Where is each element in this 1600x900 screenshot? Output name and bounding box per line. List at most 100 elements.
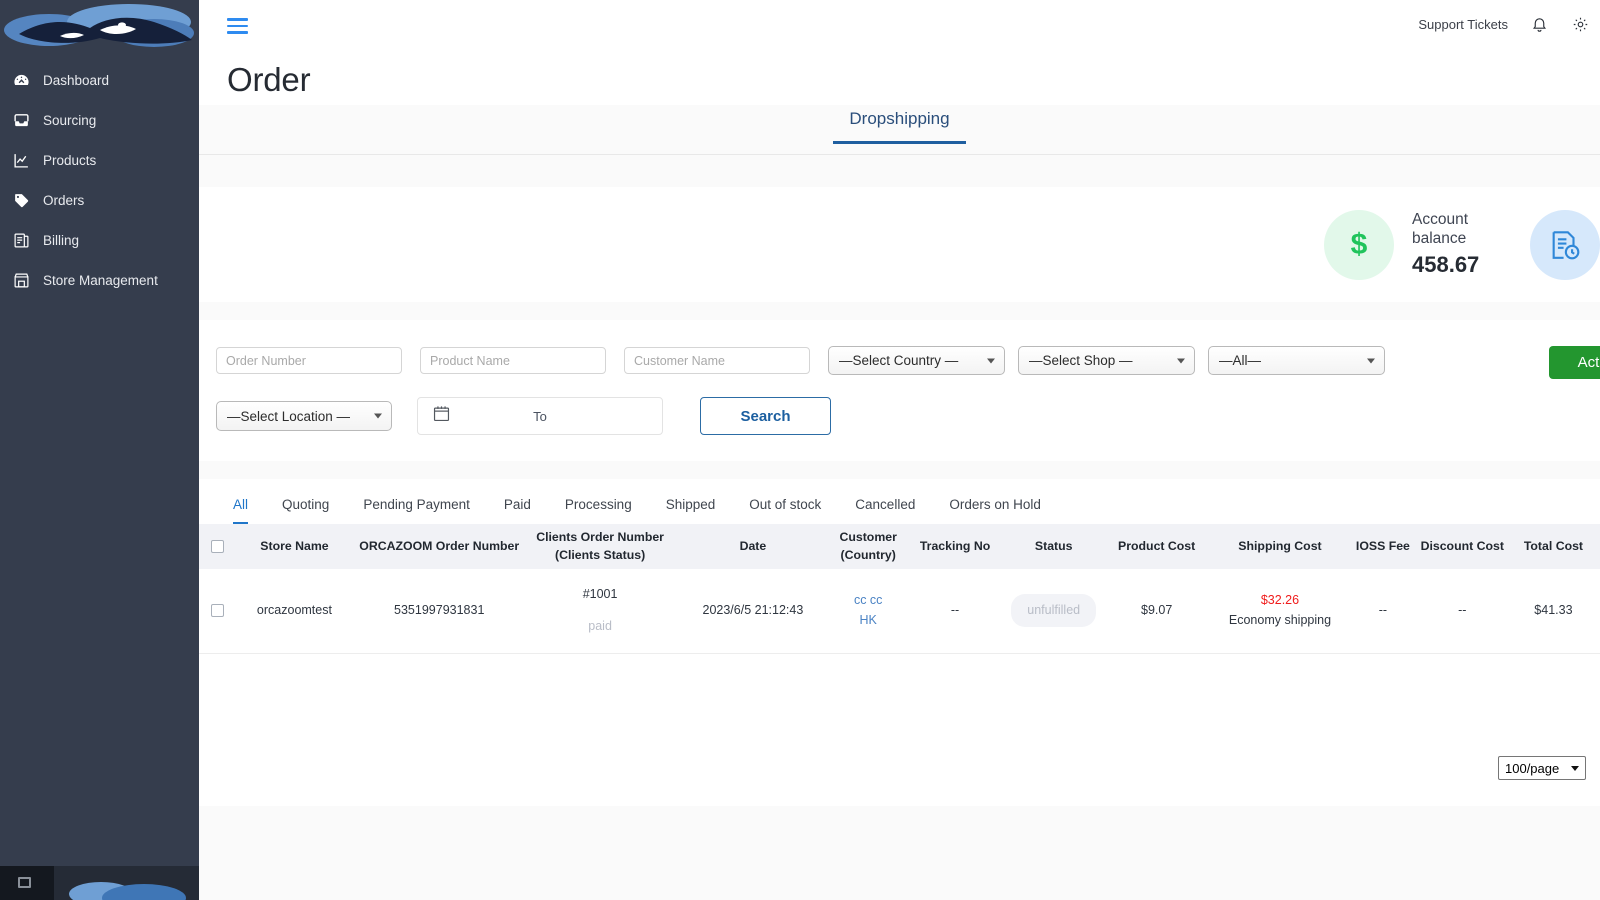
status-tab-pending-payment[interactable]: Pending Payment: [346, 497, 487, 524]
header-orcazoom-order-number: ORCAZOOM Order Number: [359, 538, 520, 553]
support-tickets-link[interactable]: Support Tickets: [1418, 17, 1508, 32]
page-tabs: Dropshipping: [199, 105, 1600, 155]
chevron-down-icon: [1367, 358, 1375, 363]
chevron-down-icon: [1177, 358, 1185, 363]
customer-country: HK: [859, 612, 877, 627]
all-select-value: —All—: [1219, 353, 1262, 368]
status-tab-out-of-stock[interactable]: Out of stock: [732, 497, 838, 524]
shipping-method: Economy shipping: [1228, 612, 1332, 627]
status-tab-all[interactable]: All: [216, 497, 265, 524]
orca-logo: [4, 4, 194, 47]
select-all-header: [199, 524, 235, 569]
date-range-field[interactable]: To: [417, 397, 663, 435]
cell-orcazoom-order-number[interactable]: 5351997931831: [353, 569, 525, 653]
clients-order-number-value: #1001: [582, 587, 618, 602]
filters-card: —Select Country — —Select Shop — —All— —…: [199, 320, 1600, 461]
date-range-placeholder: To: [533, 408, 547, 424]
status-tab-paid[interactable]: Paid: [487, 497, 548, 524]
header-tracking-no: Tracking No: [919, 538, 991, 553]
header-line1: Customer: [839, 530, 897, 545]
filter-row-2: —Select Location — To Search: [199, 397, 1600, 435]
account-balance-card: $ Account balance 458.67: [199, 187, 1600, 302]
window-icon: [18, 877, 31, 888]
balance-value: 458.67: [1412, 252, 1480, 278]
header-discount-cost: Discount Cost: [1420, 538, 1504, 553]
order-number-input[interactable]: [216, 347, 402, 374]
shop-select-value: —Select Shop —: [1029, 353, 1133, 368]
status-tab-cancelled[interactable]: Cancelled: [838, 497, 932, 524]
sidebar-item-label: Sourcing: [43, 112, 97, 128]
status-tab-quoting[interactable]: Quoting: [265, 497, 346, 524]
store-icon: [13, 272, 30, 289]
header-date: Date: [739, 538, 767, 553]
header-customer-country: Customer (Country): [831, 524, 906, 569]
sidebar-item-dashboard[interactable]: Dashboard: [0, 60, 199, 100]
header-status: Status: [1034, 538, 1073, 553]
clients-status-badge: paid: [588, 618, 612, 633]
invoice-icon: [13, 232, 30, 249]
sidebar-item-label: Dashboard: [43, 72, 110, 88]
status-tab-shipped[interactable]: Shipped: [649, 497, 733, 524]
taskbar-start-area[interactable]: [0, 866, 54, 900]
chevron-down-icon: [1571, 765, 1579, 771]
sidebar-item-sourcing[interactable]: Sourcing: [0, 100, 199, 140]
row-checkbox[interactable]: [210, 604, 224, 618]
taskbar-orca-icon[interactable]: [56, 872, 196, 900]
cell-store-name[interactable]: orcazoomtest: [235, 569, 353, 653]
search-button[interactable]: Search: [700, 397, 831, 435]
calendar-icon: [432, 404, 451, 428]
sidebar-item-products[interactable]: Products: [0, 140, 199, 180]
table-row[interactable]: orcazoomtest 5351997931831 #1001 paid 20…: [199, 569, 1600, 653]
table-header-row: Store Name ORCAZOOM Order Number Clients…: [199, 524, 1600, 569]
page-header: Order: [199, 49, 1600, 105]
orders-table: Store Name ORCAZOOM Order Number Clients…: [199, 524, 1600, 654]
gear-icon[interactable]: [1570, 15, 1590, 35]
sidebar-item-label: Store Management: [43, 272, 158, 288]
sidebar-item-label: Products: [43, 152, 97, 168]
location-select-value: —Select Location —: [227, 408, 351, 424]
sidebar-item-orders[interactable]: Orders: [0, 180, 199, 220]
filter-row-1: —Select Country — —Select Shop — —All—: [199, 346, 1600, 375]
sidebar: Dashboard Sourcing Products Orders Billi…: [0, 0, 199, 866]
header-shipping-cost: Shipping Cost: [1238, 538, 1322, 553]
tab-dropshipping[interactable]: Dropshipping: [833, 105, 966, 144]
shop-select[interactable]: —Select Shop —: [1018, 346, 1195, 375]
dashboard-icon: [13, 72, 30, 89]
status-tab-orders-on-hold[interactable]: Orders on Hold: [932, 497, 1058, 524]
status-tab-processing[interactable]: Processing: [548, 497, 649, 524]
balance-label-line2: balance: [1412, 230, 1467, 248]
hamburger-icon[interactable]: [227, 18, 248, 34]
all-select[interactable]: —All—: [1208, 346, 1385, 375]
inbox-icon: [13, 112, 30, 129]
product-name-input[interactable]: [420, 347, 606, 374]
bell-icon[interactable]: [1529, 15, 1549, 35]
balance-group: $ Account balance 458.67: [1324, 209, 1600, 280]
balance-text: Account balance 458.67: [1412, 210, 1484, 280]
header-product-cost: Product Cost: [1118, 538, 1196, 553]
order-history-icon[interactable]: [1530, 209, 1600, 280]
header-clients-order-number: Clients Order Number (Clients Status): [525, 524, 675, 569]
action-button[interactable]: Action: [1549, 346, 1600, 379]
page-size-value: 100/page: [1505, 760, 1560, 776]
page-size-select[interactable]: 100/page: [1498, 756, 1586, 780]
header-ioss-fee: IOSS Fee: [1355, 538, 1410, 553]
chevron-down-icon: [374, 413, 382, 419]
top-bar-right: Support Tickets: [1418, 0, 1600, 49]
orders-table-card: All Quoting Pending Payment Paid Process…: [199, 479, 1600, 806]
bottom-spacer: [199, 834, 1600, 900]
sidebar-logo[interactable]: [0, 0, 199, 56]
customer-name[interactable]: cc cc: [833, 591, 904, 610]
select-all-checkbox[interactable]: [210, 540, 224, 554]
customer-name-input[interactable]: [624, 347, 810, 374]
header-line2: (Clients Status): [554, 547, 646, 562]
status-tabs: All Quoting Pending Payment Paid Process…: [199, 483, 1600, 524]
cell-customer-country: cc cc HK: [831, 569, 906, 653]
page-title: Order: [227, 61, 311, 98]
pagination: 100/page: [1498, 756, 1586, 780]
cell-product-cost: $9.07: [1141, 603, 1173, 618]
country-select[interactable]: —Select Country —: [828, 346, 1005, 375]
sidebar-item-billing[interactable]: Billing: [0, 220, 199, 260]
cell-status: unfulfilled: [1004, 569, 1103, 653]
location-select[interactable]: —Select Location —: [216, 401, 392, 431]
sidebar-item-store-management[interactable]: Store Management: [0, 260, 199, 300]
